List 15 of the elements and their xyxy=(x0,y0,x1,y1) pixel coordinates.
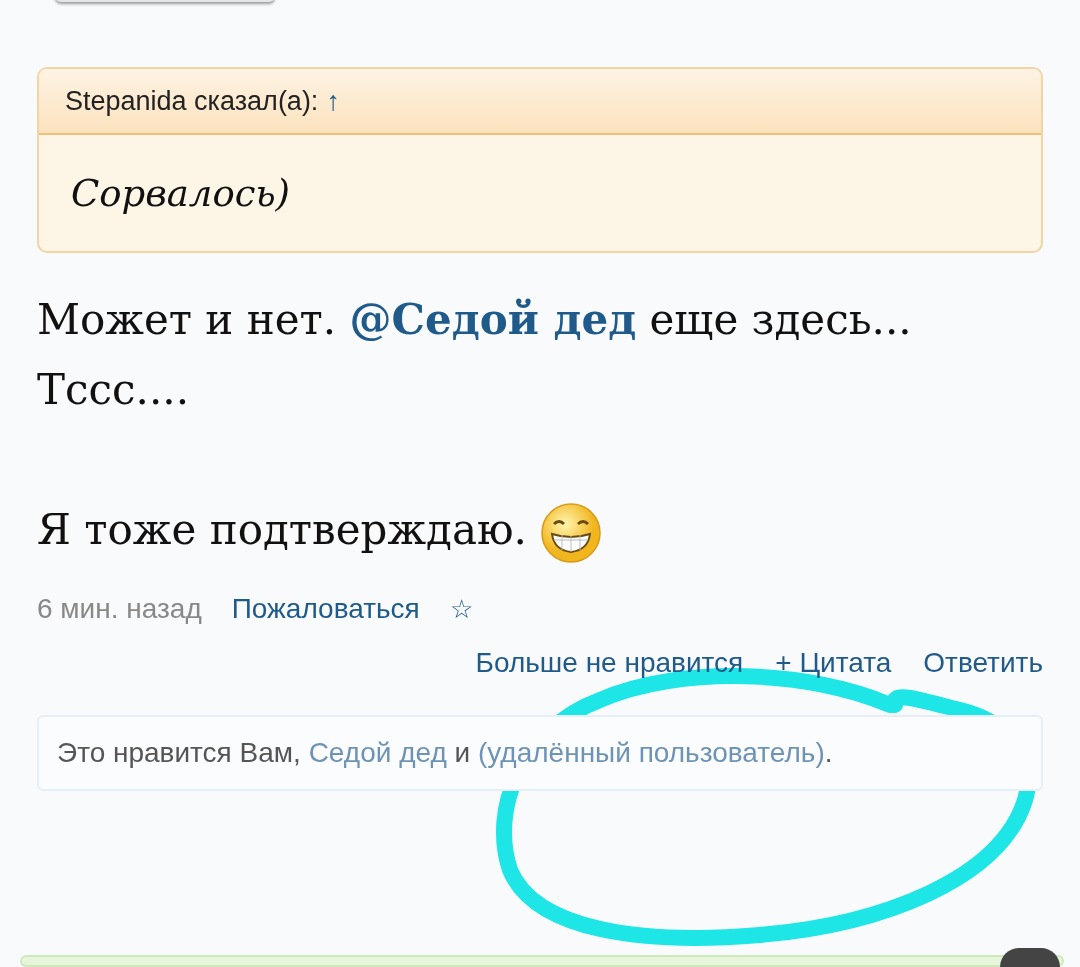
post-time: 6 мин. назад xyxy=(37,593,202,625)
quote-author: Stepanida сказал(а): xyxy=(65,85,319,117)
bookmark-star[interactable]: ☆ xyxy=(449,593,473,625)
jump-link[interactable]: ↑ xyxy=(326,85,340,117)
likes-text: Это нравится Вам, Седой дед и (удалённый пользователь). xyxy=(57,737,833,769)
action-link[interactable]: Ответить xyxy=(923,647,1043,679)
quote-text: Сорвалось) xyxy=(71,171,290,215)
message-text: Я тоже подтверждаю. xyxy=(37,495,1043,565)
mention-link[interactable]: @Седой дед xyxy=(349,295,637,344)
grin-smiley-icon xyxy=(540,502,603,564)
message-text: Может и нет. @Седой дед еще здесь... Тссс.... xyxy=(37,294,913,416)
avatar-edge xyxy=(1000,948,1060,967)
action-link[interactable]: + Цитата xyxy=(775,647,892,679)
report-link[interactable]: Пожаловаться xyxy=(231,593,420,625)
action-link[interactable]: Больше не нравится xyxy=(475,647,744,679)
